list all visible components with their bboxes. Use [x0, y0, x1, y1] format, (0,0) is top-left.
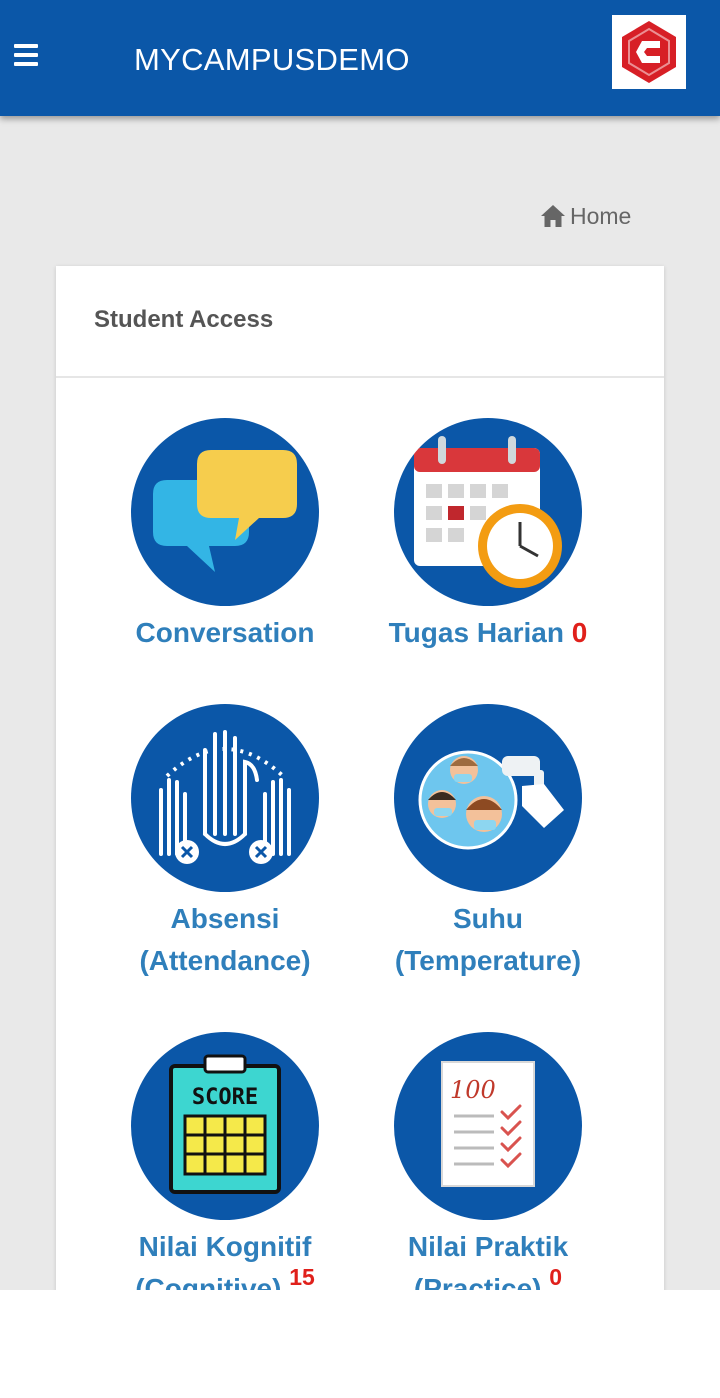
chat-bubbles-icon: [131, 418, 319, 606]
breadcrumb[interactable]: Home: [540, 200, 631, 232]
card-header: Student Access: [56, 266, 664, 378]
tile-nilai-praktik-label: Nilai Praktik: [407, 1231, 569, 1262]
student-access-card: Student Access Conversation Tugas Harian…: [56, 266, 664, 1326]
tile-tugas-harian-label: Tugas Harian: [388, 617, 564, 648]
tile-label: Conversation: [95, 612, 355, 654]
hamburger-menu-icon[interactable]: [14, 44, 38, 68]
tile-suhu-sublabel: (Temperature): [394, 945, 582, 976]
score-text: SCORE: [192, 1085, 258, 1110]
home-icon: [541, 205, 565, 227]
tile-label: Absensi (Attendance): [95, 898, 355, 982]
tile-label: Suhu (Temperature): [358, 898, 618, 982]
tile-conversation[interactable]: Conversation: [95, 418, 355, 654]
score-clipboard-icon: SCORE: [131, 1032, 319, 1220]
tile-absensi-label: Absensi: [170, 903, 280, 934]
card-title: Student Access: [94, 306, 274, 333]
breadcrumb-home-label: Home: [570, 202, 632, 229]
app-title: MYCAMPUSDEMO: [134, 42, 410, 77]
campus-logo-icon[interactable]: [612, 15, 686, 89]
nilai-kognitif-count-badge: 15: [289, 1264, 315, 1290]
calendar-clock-icon: [394, 418, 582, 606]
checklist-paper-icon: 100: [394, 1032, 582, 1220]
tile-nilai-kognitif-label: Nilai Kognitif: [138, 1231, 312, 1262]
tile-conversation-label: Conversation: [135, 617, 315, 648]
tile-nilai-kognitif[interactable]: SCORE Nilai Kognitif (Cognitive) 15: [95, 1032, 355, 1310]
thermometer-people-icon: [394, 704, 582, 892]
tile-suhu[interactable]: Suhu (Temperature): [358, 704, 618, 982]
tile-tugas-harian[interactable]: Tugas Harian 0: [358, 418, 618, 654]
tile-nilai-praktik[interactable]: 100 Nilai Praktik (Practice) 0: [358, 1032, 618, 1310]
tile-absensi[interactable]: Absensi (Attendance): [95, 704, 355, 982]
tile-suhu-label: Suhu: [453, 903, 523, 934]
nilai-praktik-count-badge: 0: [549, 1264, 563, 1290]
tile-absensi-sublabel: (Attendance): [139, 945, 311, 976]
tile-label: Tugas Harian 0: [358, 612, 618, 654]
raised-hands-icon: [131, 704, 319, 892]
bottom-blank-area: [0, 1290, 720, 1398]
paper-score-text: 100: [450, 1076, 496, 1104]
app-bar: MYCAMPUSDEMO: [0, 0, 720, 116]
tugas-harian-count-badge: 0: [571, 617, 588, 648]
